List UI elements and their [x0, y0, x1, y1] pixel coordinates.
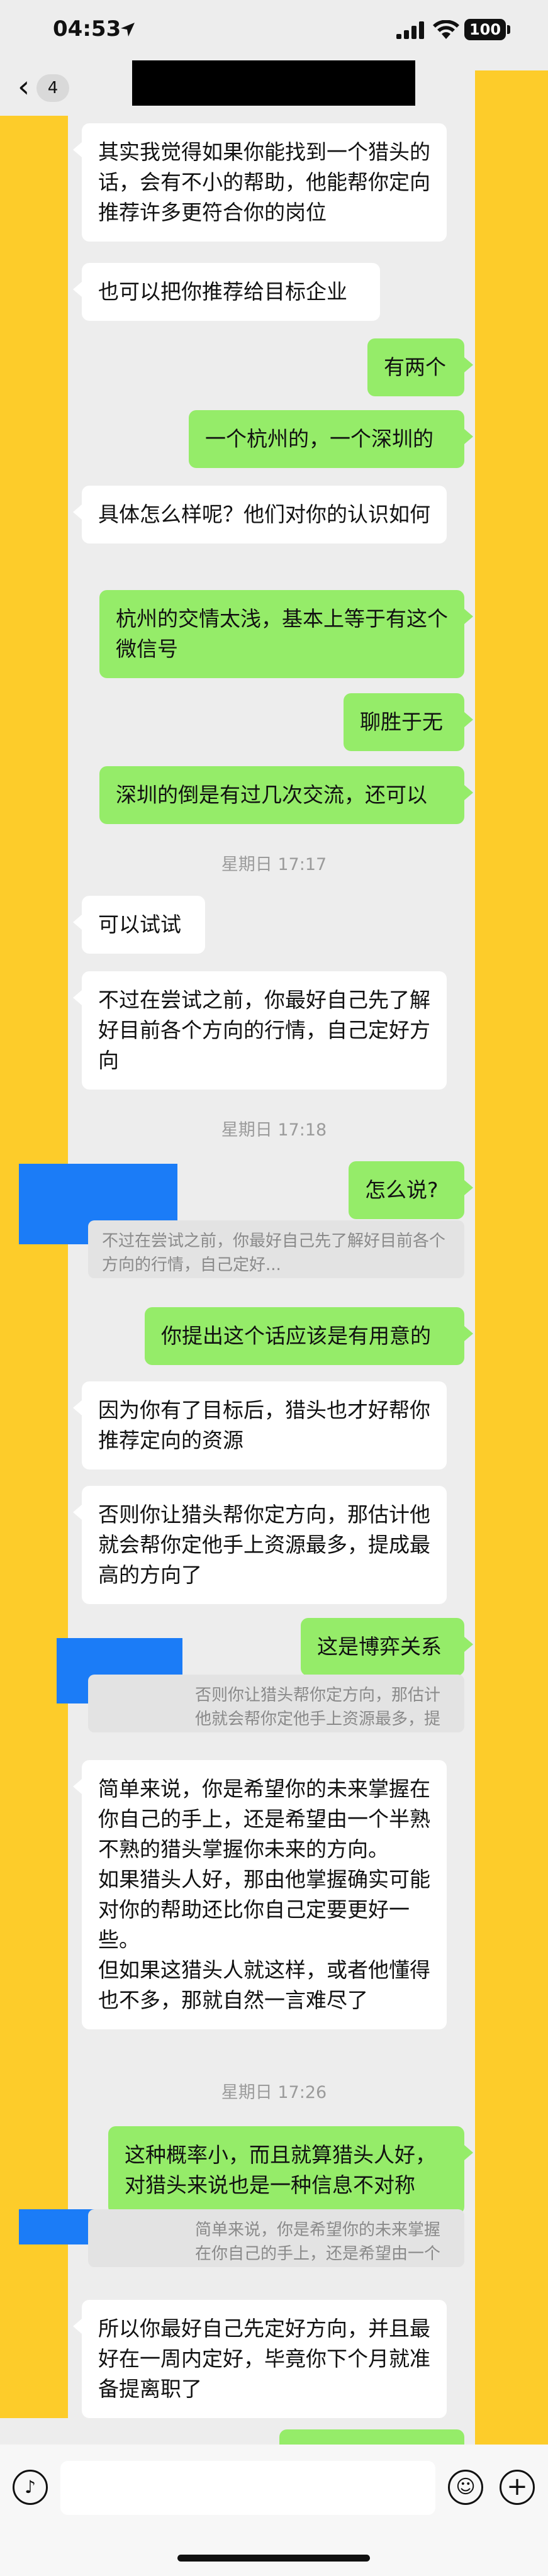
message-outgoing[interactable]: 怎么说?: [349, 1161, 473, 1219]
message-outgoing[interactable]: 这种概率小，而且就算猎头人好，对猎头来说也是一种信息不对称: [108, 2126, 473, 2214]
quoted-message[interactable]: 不过在尝试之前，你最好自己先了解好目前各个方向的行情，自己定好...: [88, 1220, 464, 1278]
message-outgoing[interactable]: 一个杭州的，一个深圳的: [189, 410, 473, 468]
plus-icon[interactable]: +: [500, 2470, 535, 2505]
chevron-left-icon[interactable]: ‹: [18, 70, 30, 103]
message-outgoing[interactable]: 深圳的倒是有过几次交流，还可以: [99, 766, 473, 824]
message-outgoing[interactable]: 你提出这个话应该是有用意的: [145, 1307, 473, 1365]
timestamp: 星期日 17:18: [221, 1120, 327, 1140]
home-indicator[interactable]: [177, 2555, 370, 2562]
timestamp: 星期日 17:26: [221, 2083, 327, 2102]
location-arrow-icon: [121, 23, 135, 36]
cellular-signal-icon: [396, 21, 424, 39]
wifi-icon: [433, 20, 459, 39]
message-outgoing[interactable]: 有两个: [367, 338, 473, 396]
status-time: 04:53: [53, 16, 121, 42]
message-incoming[interactable]: 所以你最好自己先定好方向，并且最好在一周内定好，毕竟你下个月就准备提离职了: [73, 2300, 447, 2418]
unread-count-badge[interactable]: 4: [36, 74, 69, 102]
voice-icon[interactable]: ♪: [13, 2470, 48, 2505]
quoted-message[interactable]: 简单来说，你是希望你的未来掌握在你自己的手上，还是希望由一个半...: [88, 2209, 464, 2267]
quoted-message[interactable]: 否则你让猎头帮你定方向，那估计他就会帮你定他手上资源最多，提成...: [88, 1675, 464, 1732]
message-incoming[interactable]: 简单来说，你是希望你的未来掌握在你自己的手上，还是希望由一个半熟不熟的猎头掌握你…: [73, 1760, 447, 2029]
message-incoming[interactable]: 因为你有了目标后，猎头也才好帮你推荐定向的资源: [73, 1381, 447, 1469]
battery-indicator: 100: [464, 19, 506, 40]
timestamp: 星期日 17:17: [221, 855, 327, 874]
message-outgoing[interactable]: 杭州的交情太浅，基本上等于有这个微信号: [99, 590, 473, 678]
message-incoming[interactable]: 可以试试: [73, 896, 205, 954]
left-redaction-bar: [0, 116, 68, 2418]
message-incoming[interactable]: 否则你让猎头帮你定方向，那估计他就会帮你定他手上资源最多，提成最高的方向了: [73, 1486, 447, 1604]
message-incoming[interactable]: 其实我觉得如果你能找到一个猎头的话，会有不小的帮助，他能帮你定向推荐许多更符合你…: [73, 123, 447, 242]
message-incoming[interactable]: 不过在尝试之前，你最好自己先了解好目前各个方向的行情，自己定好方向: [73, 971, 447, 1090]
redacted-chat-title: [132, 60, 415, 106]
message-input[interactable]: [60, 2461, 435, 2515]
message-incoming[interactable]: 具体怎么样呢？他们对你的认识如何: [73, 486, 447, 544]
message-outgoing[interactable]: 聊胜于无: [344, 693, 473, 751]
message-incoming[interactable]: 也可以把你推荐给目标企业: [73, 263, 380, 321]
emoji-icon[interactable]: ☺: [448, 2470, 483, 2505]
message-outgoing[interactable]: 这是博弈关系: [301, 1618, 473, 1676]
right-redaction-bar: [475, 70, 548, 2486]
battery-tip: [507, 25, 510, 34]
